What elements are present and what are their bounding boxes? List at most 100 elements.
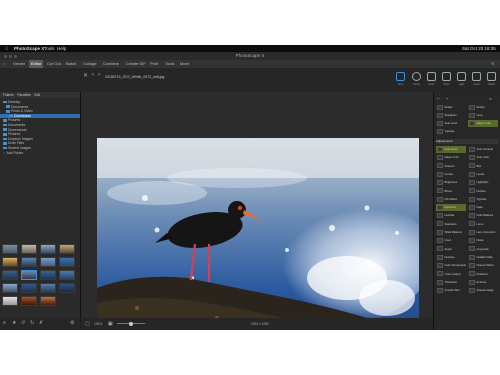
home-icon[interactable]: ⌂ bbox=[3, 60, 5, 68]
tab-print[interactable]: Print bbox=[150, 60, 158, 68]
thumbnail[interactable] bbox=[2, 257, 18, 267]
settings-icon[interactable]: ⚙ bbox=[70, 320, 74, 326]
adjust-white-balance-button[interactable]: White Balance bbox=[436, 229, 466, 236]
adjust-rotate-button[interactable]: Rotate bbox=[436, 104, 466, 111]
rotate-left-icon[interactable]: ↺ bbox=[21, 320, 25, 326]
adjust-noise-button[interactable]: Noise bbox=[468, 237, 498, 244]
adjust-crop-button[interactable]: Crop bbox=[468, 112, 498, 119]
previous-icon[interactable]: ‹ bbox=[92, 72, 94, 78]
adjust-resize-button[interactable]: Resize bbox=[468, 104, 498, 111]
adjust-fade-button[interactable]: Fade bbox=[468, 204, 498, 211]
tab-cut-out[interactable]: Cut Out bbox=[47, 60, 61, 68]
thumbnail[interactable] bbox=[59, 244, 75, 254]
adjust-invert-button[interactable]: Invert bbox=[436, 237, 466, 244]
tab-folders[interactable]: Folders bbox=[3, 93, 14, 97]
add-folder-button[interactable]: + Add Folder bbox=[0, 151, 80, 156]
minimize-window-icon[interactable] bbox=[9, 54, 12, 58]
zoom-window-icon[interactable] bbox=[14, 54, 17, 58]
thumbnail[interactable] bbox=[59, 257, 75, 267]
color-tool-button[interactable]: Color bbox=[424, 71, 439, 88]
settings-gear-icon[interactable]: ⚙ bbox=[491, 60, 495, 68]
adjust-lomo-button[interactable]: Lomo bbox=[468, 221, 498, 228]
thumbnail[interactable] bbox=[40, 296, 56, 306]
adjust-auto-level-button[interactable]: Auto Level bbox=[436, 146, 466, 153]
adjust-emboss-button[interactable]: Emboss bbox=[468, 279, 498, 286]
thumbnail[interactable] bbox=[40, 244, 56, 254]
adjust-film-effect-button[interactable]: Film Effect bbox=[436, 196, 466, 203]
adjust-auto-contrast-button[interactable]: Auto Contrast bbox=[468, 146, 498, 153]
tab-batch[interactable]: Batch bbox=[66, 60, 76, 68]
delete-icon[interactable]: ✗ bbox=[39, 320, 43, 326]
tab-favorites[interactable]: Favorites bbox=[18, 93, 31, 97]
adjust-straighten-button[interactable]: Straighten bbox=[436, 112, 466, 119]
adjust-sharpen-button[interactable]: Sharpen bbox=[436, 163, 466, 170]
undo-icon[interactable]: ↶ bbox=[437, 95, 440, 103]
fit-screen-icon[interactable]: ▢ bbox=[85, 318, 90, 330]
adjust-channel-mixer-button[interactable]: Channel Mixer bbox=[468, 262, 498, 269]
adjust-vignette-button[interactable]: Vignette bbox=[436, 128, 466, 135]
tab-collage[interactable]: Collage bbox=[83, 60, 97, 68]
adjust-auto-color-button[interactable]: Auto Color bbox=[468, 154, 498, 161]
insert-tool-button[interactable]: Insert bbox=[469, 71, 484, 88]
tab-tools[interactable]: Tools bbox=[165, 60, 174, 68]
adjust-exposure-button[interactable]: Exposure bbox=[436, 204, 466, 212]
thumbnail[interactable] bbox=[40, 283, 56, 293]
edited-photo[interactable] bbox=[97, 138, 419, 330]
menubar-app-name[interactable]: PhotoScape X bbox=[14, 45, 44, 52]
adjust-magic-color-button[interactable]: Magic Color bbox=[468, 120, 498, 127]
tab-more[interactable]: More bbox=[180, 60, 189, 68]
next-icon[interactable]: › bbox=[98, 72, 100, 78]
zoom-slider-handle[interactable] bbox=[129, 321, 133, 326]
tab-combine[interactable]: Combine bbox=[103, 60, 119, 68]
adjust-lens-correction-button[interactable]: Lens Correction bbox=[468, 229, 498, 236]
adjust-gradient-map-button[interactable]: Gradient Map bbox=[468, 254, 498, 261]
thumbnail[interactable] bbox=[59, 270, 75, 280]
tab-viewer[interactable]: Viewer bbox=[13, 60, 25, 68]
apple-icon[interactable]:  bbox=[5, 45, 8, 52]
circle-tool-button[interactable]: Circle bbox=[409, 71, 424, 88]
adjust-highlights-button[interactable]: Highlights bbox=[468, 179, 498, 186]
adjust-sepia-button[interactable]: Sepia bbox=[436, 246, 466, 253]
adjust-color-lookup-button[interactable]: Color Lookup bbox=[436, 271, 466, 278]
filter-tool-button[interactable]: Filter bbox=[439, 71, 454, 88]
adjust-smooth-skin-button[interactable]: Smooth Skin bbox=[436, 287, 466, 294]
adjust-curves-button[interactable]: Curves bbox=[436, 171, 466, 178]
tab-editor[interactable]: Editor bbox=[29, 60, 44, 68]
adjust-vignette-button[interactable]: Vignette bbox=[468, 196, 498, 203]
thumbnail[interactable] bbox=[21, 296, 37, 306]
thumbnail[interactable] bbox=[2, 244, 18, 254]
adjustments-section-header[interactable]: Adjustments bbox=[436, 139, 499, 144]
star-icon[interactable]: ★ bbox=[12, 320, 16, 326]
menu-icon[interactable]: ≡ bbox=[3, 320, 6, 326]
compare-icon[interactable]: ▣ bbox=[108, 318, 113, 330]
close-window-icon[interactable] bbox=[4, 54, 7, 58]
adjust-saturation-button[interactable]: Saturation bbox=[436, 221, 466, 228]
crop-tool-button[interactable]: Crop bbox=[393, 71, 408, 88]
adjust-hue-sat-button[interactable]: Hue/Sat bbox=[436, 212, 466, 219]
thumbnail[interactable] bbox=[2, 296, 18, 306]
adjust-bloom-button[interactable]: Bloom bbox=[436, 188, 466, 195]
adjust-color-balance-button[interactable]: Color Balance bbox=[468, 212, 498, 219]
adjust-duotone-button[interactable]: Duotone bbox=[436, 254, 466, 261]
thumbnail[interactable] bbox=[2, 283, 18, 293]
thumbnail[interactable] bbox=[21, 257, 37, 267]
rotate-right-icon[interactable]: ↻ bbox=[30, 320, 34, 326]
tab-edit[interactable]: Edit bbox=[35, 93, 41, 97]
menu-help[interactable]: Help bbox=[57, 45, 66, 52]
adjust-magic-color-button[interactable]: Magic Color bbox=[436, 154, 466, 161]
adjust-levels-button[interactable]: Levels bbox=[468, 171, 498, 178]
adjust-color-temperature-button[interactable]: Color Temperature bbox=[436, 262, 466, 269]
zoom-level[interactable]: 100% bbox=[94, 318, 102, 330]
adjust-sharpen-edge-button[interactable]: Sharpen Edge bbox=[468, 287, 498, 294]
light-tool-button[interactable]: Light bbox=[454, 71, 469, 88]
redo-icon[interactable]: ↷ bbox=[446, 95, 449, 103]
tab-create-gif[interactable]: Create GIF bbox=[126, 60, 146, 68]
menu-tools[interactable]: Tools bbox=[44, 45, 55, 52]
adjust-brightness-button[interactable]: Brightness bbox=[436, 179, 466, 186]
close-document-icon[interactable]: ✕ bbox=[83, 72, 88, 79]
adjust-blur-button[interactable]: Blur bbox=[468, 163, 498, 170]
reset-icon[interactable]: ⟲ bbox=[489, 95, 492, 103]
thumbnail-selected[interactable] bbox=[21, 270, 37, 280]
thumbnail[interactable] bbox=[2, 270, 18, 280]
adjust-dehaze-button[interactable]: Dehaze bbox=[468, 188, 498, 195]
